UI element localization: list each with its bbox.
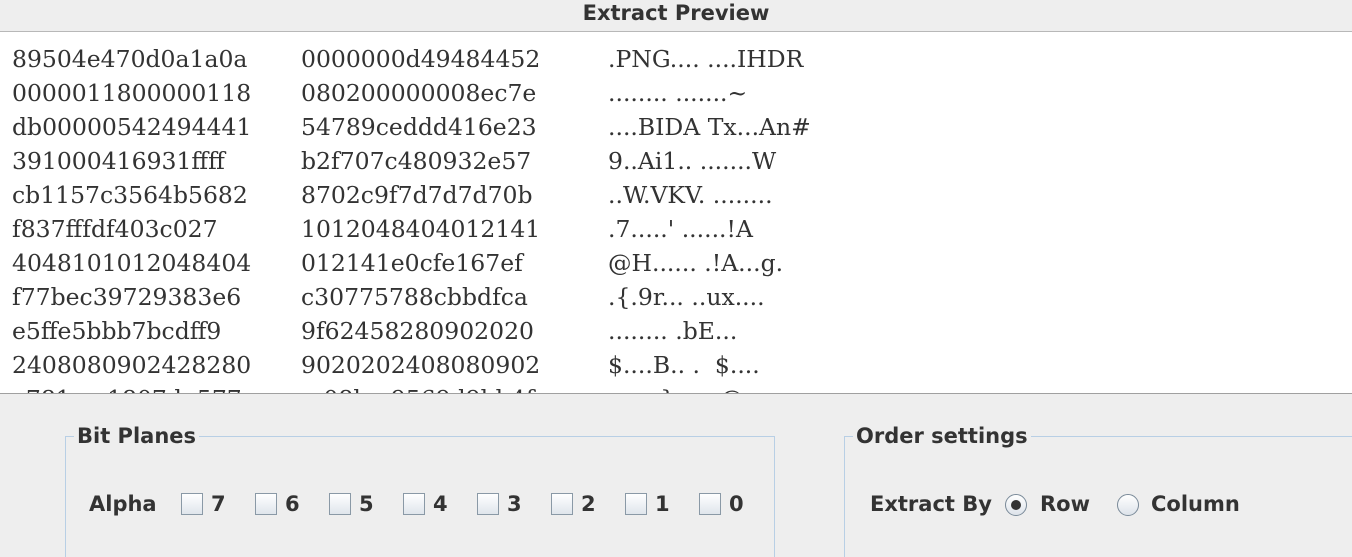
bit-6-label[interactable]: 6 xyxy=(285,491,300,517)
settings-panel: Bit Planes Alpha 7 6 5 4 3 2 1 0 Order settings… xyxy=(0,394,1352,557)
hex-column-2: c30775788cbbdfca xyxy=(301,283,528,311)
bit-0-checkbox[interactable] xyxy=(699,493,721,515)
hex-column-2: b2f707c480932e57 xyxy=(301,147,532,175)
alpha-label: Alpha xyxy=(89,492,157,516)
hex-column-2: 9020202408080902 xyxy=(301,351,541,379)
preview-row: cb1157c3564b5682 8702c9f7d7d7d70b ..W.VKV.… xyxy=(12,178,1342,212)
bit-7-checkbox[interactable] xyxy=(181,493,203,515)
row-radio-selected-dot xyxy=(1011,500,1021,510)
preview-row: e5ffe5bbb7bcdff9 9f62458280902020........… xyxy=(12,314,1342,348)
hex-column-2: 9f62458280902020 xyxy=(301,317,534,345)
hex-column-1: 391000416931ffff xyxy=(12,147,225,175)
preview-row: 0000011800000118 080200000008ec7e........… xyxy=(12,76,1342,110)
ascii-column: ..W.VKV. ........ xyxy=(608,181,773,209)
ascii-column: @H...... .!A...g. xyxy=(608,249,784,277)
bit-4-label[interactable]: 4 xyxy=(433,491,448,517)
ascii-column: ...} ...@ xyxy=(608,382,908,393)
hex-column-1: 4048101012048404 xyxy=(12,249,252,277)
ascii-column: ........ .......~ xyxy=(608,79,748,107)
ascii-column: .PNG.... ....IHDR xyxy=(608,45,804,73)
bit-4-checkbox[interactable] xyxy=(403,493,425,515)
hex-column-1: db00000542494441 xyxy=(12,113,252,141)
bit-1-checkbox[interactable] xyxy=(625,493,647,515)
row-radio-label[interactable]: Row xyxy=(1040,491,1090,517)
extract-preview-pane[interactable]: 89504e470d0a1a0a 0000000d49484452 .PNG....… xyxy=(0,32,1352,394)
hex-column-2: 1012048404012141 xyxy=(301,215,541,243)
hex-column-2: 012141e0cfe167ef xyxy=(301,249,523,277)
bit-0-label[interactable]: 0 xyxy=(729,491,744,517)
extract-preview-title: Extract Preview xyxy=(0,0,1352,32)
hex-column-2: 080200000008ec7e xyxy=(301,79,537,107)
bit-planes-title: Bit Planes xyxy=(74,423,200,449)
bit-2-label[interactable]: 2 xyxy=(581,491,596,517)
hex-column-1: 89504e470d0a1a0a xyxy=(12,45,248,73)
bit-5-label[interactable]: 5 xyxy=(359,491,374,517)
column-radio-label[interactable]: Column xyxy=(1151,491,1240,517)
bit-6-checkbox[interactable] xyxy=(255,493,277,515)
hex-column-2: 8702c9f7d7d7d70b xyxy=(301,181,533,209)
bit-7-label[interactable]: 7 xyxy=(211,491,226,517)
bit-5-checkbox[interactable] xyxy=(329,493,351,515)
hex-column-2: 0000000d49484452 xyxy=(301,45,541,73)
ascii-column: ........ .bE... xyxy=(608,317,753,345)
ascii-column: $....B.. . $.... xyxy=(608,351,760,379)
hex-column-1: cb1157c3564b5682 xyxy=(12,181,248,209)
order-settings-title: Order settings xyxy=(853,423,1031,449)
bit-planes-group: Bit Planes Alpha 7 6 5 4 3 2 1 0 xyxy=(65,423,775,557)
preview-row: f77bec39729383e6 c30775788cbbdfca .{.9r...… xyxy=(12,280,1342,314)
ascii-column: .7.....' ......!A xyxy=(608,215,753,243)
ascii-column: ....BIDA Tx...An# xyxy=(608,113,811,141)
preview-row: 89504e470d0a1a0a 0000000d49484452 .PNG....… xyxy=(12,42,1342,76)
order-settings-group: Order settings Extract By Row Column xyxy=(844,423,1352,557)
bit-3-checkbox[interactable] xyxy=(477,493,499,515)
bit-1-label[interactable]: 1 xyxy=(655,491,670,517)
hex-column-2: ...08b...9569d9bb4f xyxy=(301,382,581,393)
preview-row: f837fffdf403c027 1012048404012141 .7.....'… xyxy=(12,212,1342,246)
preview-row: 391000416931ffff b2f707c480932e57 9..Ai1..… xyxy=(12,144,1342,178)
hex-column-1: f837fffdf403c027 xyxy=(12,215,218,243)
ascii-column: .{.9r... ..ux.... xyxy=(608,283,765,311)
hex-column-1: e5ffe5bbb7bcdff9 xyxy=(12,317,222,345)
preview-row: db00000542494441 54789ceddd416e23 ....BIDA… xyxy=(12,110,1342,144)
column-radio[interactable] xyxy=(1117,494,1139,516)
preview-row: 2408080902428280 9020202408080902 $....B..… xyxy=(12,348,1342,382)
bit-3-label[interactable]: 3 xyxy=(507,491,522,517)
preview-row: 4048101012048404 012141e0cfe167ef @H......… xyxy=(12,246,1342,280)
hex-column-1: f77bec39729383e6 xyxy=(12,283,242,311)
row-radio[interactable] xyxy=(1005,494,1027,516)
hex-column-1: 0000011800000118 xyxy=(12,79,252,107)
hex-column-2: 54789ceddd416e23 xyxy=(301,113,537,141)
ascii-column: 9..Ai1.. .......W xyxy=(608,147,777,175)
hex-column-1: 2408080902428280 xyxy=(12,351,252,379)
preview-row: e781e...1807d..577 ...08b...9569d9bb4f ..… xyxy=(12,382,1342,393)
bit-2-checkbox[interactable] xyxy=(551,493,573,515)
hex-column-1: e781e...1807d..577 xyxy=(12,382,292,393)
extract-by-label: Extract By xyxy=(870,492,992,516)
